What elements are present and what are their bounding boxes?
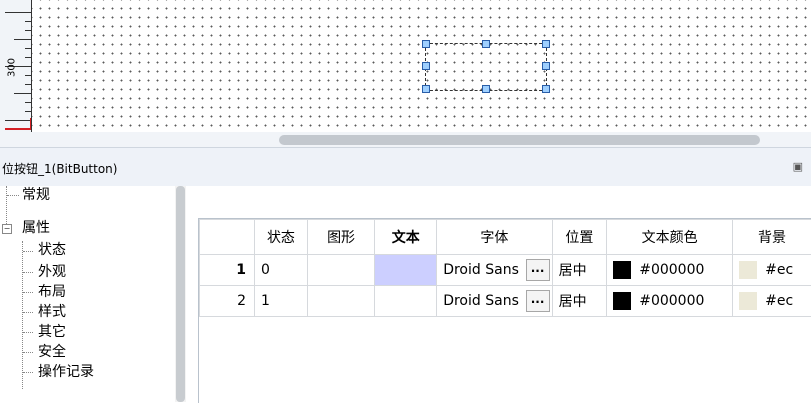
resize-handle-right[interactable] bbox=[542, 62, 550, 70]
state-table-area: 状态 图形 文本 字体 位置 文本颜色 背景 1 0 Droid Sans bbox=[186, 186, 811, 402]
background-color-swatch bbox=[739, 292, 757, 310]
text-cell[interactable] bbox=[375, 286, 437, 317]
horizontal-scrollbar-thumb[interactable] bbox=[279, 135, 760, 145]
row-number: 2 bbox=[200, 286, 255, 317]
font-picker-button[interactable]: ... bbox=[526, 259, 550, 281]
horizontal-scrollbar[interactable] bbox=[0, 132, 811, 147]
font-cell[interactable]: Droid Sans ... bbox=[437, 286, 552, 317]
resize-handle-bottom-left[interactable] bbox=[422, 85, 430, 93]
tree-item-other[interactable]: 其它 bbox=[38, 323, 66, 341]
tree-item-operation-log[interactable]: 操作记录 bbox=[38, 363, 94, 381]
tree-connector bbox=[23, 272, 33, 274]
tree-item-appearance[interactable]: 外观 bbox=[38, 263, 66, 281]
ruler-label: 300 bbox=[7, 57, 18, 79]
font-name: Droid Sans bbox=[443, 293, 519, 309]
ruler-tick bbox=[5, 120, 31, 121]
tree-scrollbar-thumb[interactable] bbox=[176, 186, 185, 402]
tree-connector bbox=[23, 292, 33, 294]
column-header-font[interactable]: 字体 bbox=[437, 220, 552, 255]
restore-window-icon[interactable]: ▣ bbox=[793, 160, 803, 173]
tree-item-general[interactable]: 常规 bbox=[22, 186, 50, 204]
column-header-row-number bbox=[200, 220, 255, 255]
text-color-swatch bbox=[613, 261, 631, 279]
resize-handle-top[interactable] bbox=[482, 40, 490, 48]
column-header-position[interactable]: 位置 bbox=[552, 220, 607, 255]
resize-handle-bottom-right[interactable] bbox=[542, 85, 550, 93]
design-canvas[interactable]: 300 bbox=[0, 0, 811, 147]
text-cell-selected[interactable] bbox=[375, 255, 437, 286]
tree-connector bbox=[23, 372, 33, 374]
font-name: Droid Sans bbox=[443, 262, 519, 278]
background-color-value: #ec bbox=[765, 293, 793, 309]
tree-connector bbox=[6, 186, 8, 224]
ruler-tick bbox=[14, 39, 31, 40]
resize-handle-top-left[interactable] bbox=[422, 40, 430, 48]
ruler-tick bbox=[5, 12, 31, 13]
text-color-value: #000000 bbox=[639, 262, 704, 278]
font-cell[interactable]: Droid Sans ... bbox=[437, 255, 552, 286]
background-color-value: #ec bbox=[765, 262, 793, 278]
tree-item-properties[interactable]: 属性 bbox=[22, 219, 50, 237]
column-header-state[interactable]: 状态 bbox=[255, 220, 308, 255]
state-table: 状态 图形 文本 字体 位置 文本颜色 背景 1 0 Droid Sans bbox=[199, 219, 811, 317]
ruler-position-marker bbox=[5, 128, 32, 130]
selected-widget-outline[interactable] bbox=[425, 43, 547, 91]
text-color-cell[interactable]: #000000 bbox=[607, 255, 733, 286]
collapse-toggle-icon[interactable]: − bbox=[2, 224, 12, 234]
tree-item-style[interactable]: 样式 bbox=[38, 303, 66, 321]
vertical-ruler: 300 bbox=[0, 0, 32, 147]
text-color-cell[interactable]: #000000 bbox=[607, 286, 733, 317]
background-color-swatch bbox=[739, 261, 757, 279]
tree-connector bbox=[22, 241, 24, 389]
resize-handle-bottom[interactable] bbox=[482, 85, 490, 93]
font-picker-button[interactable]: ... bbox=[526, 290, 550, 312]
tree-connector bbox=[7, 195, 19, 197]
graphic-cell[interactable] bbox=[307, 286, 374, 317]
tree-item-layout[interactable]: 布局 bbox=[38, 283, 66, 301]
ruler-tick bbox=[14, 93, 31, 94]
text-color-value: #000000 bbox=[639, 293, 704, 309]
row-number: 1 bbox=[200, 255, 255, 286]
tree-connector bbox=[23, 312, 33, 314]
position-cell[interactable]: 居中 bbox=[552, 255, 607, 286]
property-panel-header: 位按钮_1(BitButton) ▣ bbox=[0, 147, 811, 187]
panel-title: 位按钮_1(BitButton) bbox=[2, 160, 117, 177]
column-header-text-color[interactable]: 文本颜色 bbox=[607, 220, 733, 255]
tree-connector bbox=[23, 352, 33, 354]
tree-item-state[interactable]: 状态 bbox=[38, 241, 66, 259]
table-header-row: 状态 图形 文本 字体 位置 文本颜色 背景 bbox=[200, 220, 811, 255]
resize-handle-left[interactable] bbox=[422, 62, 430, 70]
table-row: 2 1 Droid Sans ... 居中 #000000 #ec bbox=[200, 286, 811, 317]
table-row: 1 0 Droid Sans ... 居中 #000000 #ec bbox=[200, 255, 811, 286]
graphic-cell[interactable] bbox=[307, 255, 374, 286]
tree-connector bbox=[23, 332, 33, 334]
background-color-cell[interactable]: #ec bbox=[733, 255, 811, 286]
text-color-swatch bbox=[613, 292, 631, 310]
property-category-tree: 常规 − 属性 状态 外观 布局 样式 其它 安全 操作记录 bbox=[0, 186, 175, 402]
background-color-cell[interactable]: #ec bbox=[733, 286, 811, 317]
tree-connector bbox=[23, 251, 33, 253]
state-cell[interactable]: 1 bbox=[255, 286, 308, 317]
tree-item-security[interactable]: 安全 bbox=[38, 343, 66, 361]
tree-scrollbar[interactable] bbox=[175, 186, 186, 402]
column-header-graphic[interactable]: 图形 bbox=[307, 220, 374, 255]
resize-handle-top-right[interactable] bbox=[542, 40, 550, 48]
column-header-background[interactable]: 背景 bbox=[733, 220, 811, 255]
state-cell[interactable]: 0 bbox=[255, 255, 308, 286]
column-header-text[interactable]: 文本 bbox=[375, 220, 437, 255]
position-cell[interactable]: 居中 bbox=[552, 286, 607, 317]
